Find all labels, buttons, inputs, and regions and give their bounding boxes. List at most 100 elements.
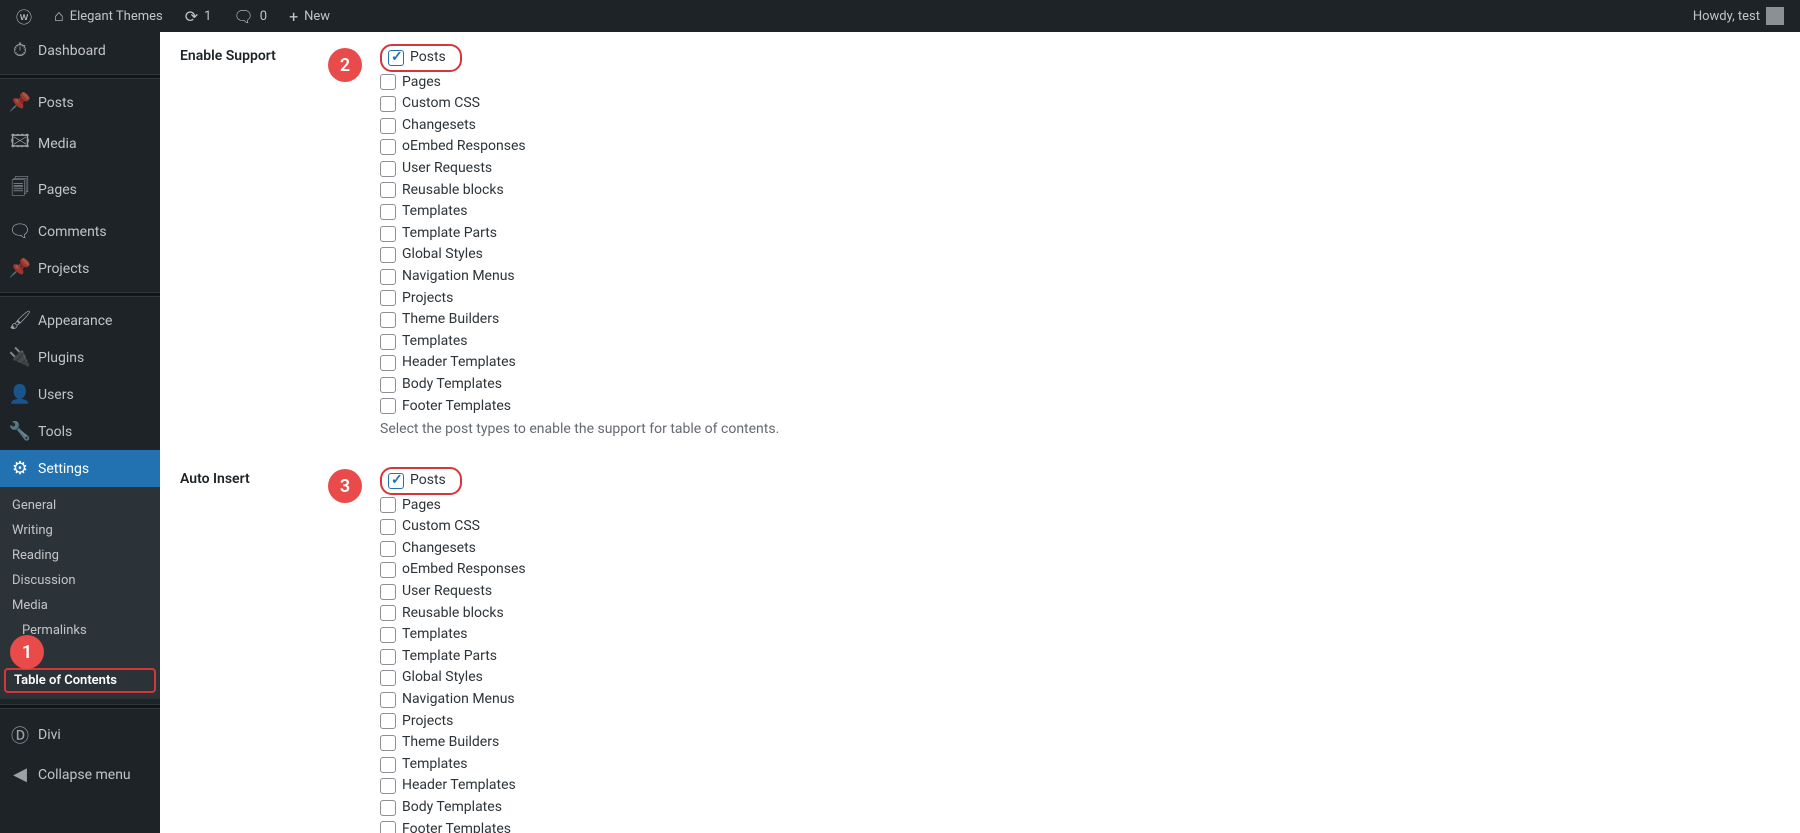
sidebar-sub-reading[interactable]: Reading	[0, 543, 160, 568]
checkbox[interactable]	[388, 473, 404, 489]
howdy-text: Howdy, test	[1693, 9, 1760, 24]
sidebar-item-tools[interactable]: 🔧Tools	[0, 413, 160, 450]
sidebar-sub-discussion[interactable]: Discussion	[0, 568, 160, 593]
sidebar-item-plugins[interactable]: 🔌Plugins	[0, 339, 160, 376]
checkbox[interactable]	[380, 605, 396, 621]
checkbox[interactable]	[380, 562, 396, 578]
checkbox-item[interactable]: User Requests	[380, 158, 1780, 180]
sidebar-item-appearance[interactable]: 🖌Appearance	[0, 302, 160, 339]
checkbox-label: Theme Builders	[402, 310, 499, 330]
sidebar-item-settings[interactable]: ⚙Settings	[0, 450, 160, 487]
checkbox[interactable]	[380, 541, 396, 557]
checkbox[interactable]	[380, 204, 396, 220]
checkbox[interactable]	[380, 778, 396, 794]
checkbox[interactable]	[380, 649, 396, 665]
checkbox-item[interactable]: Changesets	[380, 115, 1780, 137]
checkbox[interactable]	[380, 161, 396, 177]
checkbox[interactable]	[380, 247, 396, 263]
checkbox[interactable]	[380, 312, 396, 328]
sidebar-item-projects[interactable]: 📌Projects	[0, 250, 160, 287]
checkbox-item[interactable]: Pages	[380, 495, 1780, 517]
checkbox-item[interactable]: Template Parts	[380, 223, 1780, 245]
checkbox[interactable]	[380, 584, 396, 600]
checkbox-item[interactable]: Templates	[380, 201, 1780, 223]
checkbox-item[interactable]: Projects	[380, 711, 1780, 733]
sidebar-sub-toc[interactable]: Table of Contents	[4, 668, 156, 693]
sidebar-item-divi[interactable]: ⒹDivi	[0, 714, 160, 756]
checkbox[interactable]	[380, 735, 396, 751]
new-content-link[interactable]: +New	[281, 0, 338, 32]
checkbox-item[interactable]: Footer Templates	[380, 819, 1780, 833]
checkbox[interactable]	[380, 497, 396, 513]
checkbox[interactable]	[380, 519, 396, 535]
checkbox[interactable]	[380, 627, 396, 643]
checkbox-item[interactable]: Reusable blocks	[380, 603, 1780, 625]
checkbox[interactable]	[380, 355, 396, 371]
checkbox[interactable]	[380, 757, 396, 773]
updates-link[interactable]: ⟳1	[177, 0, 220, 32]
sidebar-item-posts[interactable]: 📌Posts	[0, 84, 160, 121]
checkbox[interactable]	[380, 96, 396, 112]
checkbox[interactable]	[380, 377, 396, 393]
checkbox-item[interactable]: Header Templates	[380, 775, 1780, 797]
checkbox-item[interactable]: Global Styles	[380, 667, 1780, 689]
wp-logo[interactable]: ⓦ	[8, 0, 40, 32]
checkbox-item[interactable]: Navigation Menus	[380, 689, 1780, 711]
checkbox[interactable]	[380, 226, 396, 242]
checkbox-item[interactable]: Custom CSS	[380, 516, 1780, 538]
comments-link[interactable]: 🗨0	[225, 0, 275, 32]
checkbox-item[interactable]: Posts	[380, 44, 462, 72]
sidebar-sub-general[interactable]: General	[0, 493, 160, 518]
sidebar-settings-submenu: General Writing Reading Discussion Media…	[0, 487, 160, 699]
checkbox-item[interactable]: Body Templates	[380, 374, 1780, 396]
annotation-2: 2	[328, 48, 362, 82]
checkbox-item[interactable]: Changesets	[380, 538, 1780, 560]
sidebar-item-pages[interactable]: 🗐Pages	[0, 167, 160, 213]
checkbox-item[interactable]: Body Templates	[380, 797, 1780, 819]
howdy-link[interactable]: Howdy, test	[1685, 0, 1792, 32]
checkbox[interactable]	[380, 821, 396, 833]
checkbox[interactable]	[388, 50, 404, 66]
checkbox-item[interactable]: Templates	[380, 331, 1780, 353]
sidebar-collapse[interactable]: ◀Collapse menu	[0, 756, 160, 793]
checkbox-item[interactable]: User Requests	[380, 581, 1780, 603]
avatar	[1766, 7, 1784, 25]
sidebar-item-comments[interactable]: 🗨Comments	[0, 213, 160, 250]
checkbox-item[interactable]: Templates	[380, 624, 1780, 646]
checkbox-item[interactable]: Pages	[380, 72, 1780, 94]
sidebar-item-dashboard[interactable]: ⏱Dashboard	[0, 32, 160, 69]
divi-icon: Ⓓ	[10, 722, 30, 748]
checkbox-label: Global Styles	[402, 245, 483, 265]
checkbox-item[interactable]: Posts	[380, 467, 462, 495]
checkbox[interactable]	[380, 74, 396, 90]
checkbox-item[interactable]: Theme Builders	[380, 732, 1780, 754]
sidebar-sub-media[interactable]: Media	[0, 593, 160, 618]
checkbox-item[interactable]: Global Styles	[380, 244, 1780, 266]
checkbox-item[interactable]: oEmbed Responses	[380, 559, 1780, 581]
checkbox[interactable]	[380, 182, 396, 198]
site-name-link[interactable]: ⌂Elegant Themes	[46, 0, 171, 32]
sidebar-item-media[interactable]: 🖾Media	[0, 121, 160, 167]
checkbox[interactable]	[380, 692, 396, 708]
checkbox-item[interactable]: Footer Templates	[380, 396, 1780, 418]
checkbox-item[interactable]: Header Templates	[380, 352, 1780, 374]
checkbox-item[interactable]: Projects	[380, 288, 1780, 310]
sidebar-sub-writing[interactable]: Writing	[0, 518, 160, 543]
checkbox-item[interactable]: Theme Builders	[380, 309, 1780, 331]
checkbox[interactable]	[380, 334, 396, 350]
checkbox-item[interactable]: Custom CSS	[380, 93, 1780, 115]
checkbox[interactable]	[380, 269, 396, 285]
checkbox[interactable]	[380, 398, 396, 414]
checkbox-item[interactable]: Templates	[380, 754, 1780, 776]
checkbox-item[interactable]: oEmbed Responses	[380, 136, 1780, 158]
checkbox[interactable]	[380, 290, 396, 306]
sidebar-item-users[interactable]: 👤Users	[0, 376, 160, 413]
checkbox[interactable]	[380, 118, 396, 134]
checkbox[interactable]	[380, 800, 396, 816]
checkbox[interactable]	[380, 713, 396, 729]
checkbox[interactable]	[380, 139, 396, 155]
checkbox[interactable]	[380, 670, 396, 686]
checkbox-item[interactable]: Navigation Menus	[380, 266, 1780, 288]
checkbox-item[interactable]: Reusable blocks	[380, 180, 1780, 202]
checkbox-item[interactable]: Template Parts	[380, 646, 1780, 668]
